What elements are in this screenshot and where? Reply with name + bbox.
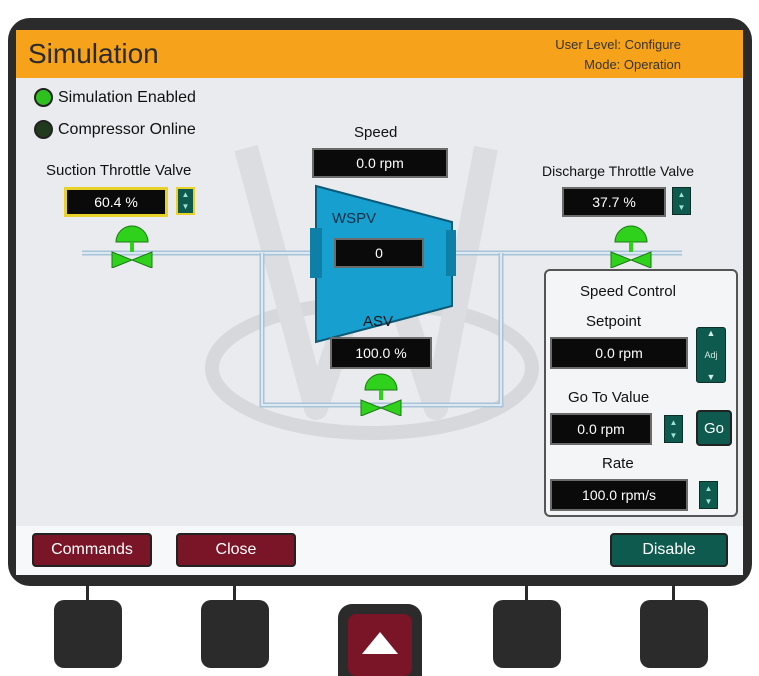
setpoint-adjust-button[interactable]: ▲ Adj ▼ bbox=[696, 327, 726, 383]
speed-control-title: Speed Control bbox=[580, 283, 676, 300]
rate-value[interactable]: 100.0 rpm/s bbox=[550, 479, 688, 511]
asv-label: ASV bbox=[363, 313, 394, 330]
wspv-label: WSPV bbox=[332, 210, 377, 227]
setpoint-value: 0.0 rpm bbox=[550, 337, 688, 369]
indicator-label: Compressor Online bbox=[58, 120, 196, 138]
chevron-down-icon[interactable]: ▼ bbox=[707, 372, 716, 382]
header-bar: Simulation User Level: Configure Mode: O… bbox=[16, 30, 743, 78]
simulation-enabled-indicator: Simulation Enabled bbox=[34, 88, 196, 107]
speed-label: Speed bbox=[354, 124, 398, 141]
user-level-text: User Level: Configure bbox=[555, 37, 681, 52]
indicator-label: Simulation Enabled bbox=[58, 88, 196, 106]
page-title: Simulation bbox=[28, 38, 159, 69]
hmi-screen: Simulation User Level: Configure Mode: O… bbox=[16, 30, 743, 575]
commands-button[interactable]: Commands bbox=[32, 533, 152, 567]
led-icon bbox=[34, 120, 53, 139]
goto-spinner[interactable]: ▲ ▼ bbox=[664, 415, 683, 443]
speed-value: 0.0 rpm bbox=[312, 148, 448, 178]
asv-value[interactable]: 100.0 % bbox=[330, 337, 432, 369]
softkey-1[interactable] bbox=[54, 600, 122, 668]
softkey-4[interactable] bbox=[493, 600, 561, 668]
rate-label: Rate bbox=[602, 455, 634, 472]
wspv-value: 0 bbox=[334, 238, 424, 268]
speed-control-panel: Speed Control Setpoint 0.0 rpm ▲ Adj ▼ G… bbox=[544, 269, 738, 517]
suction-valve-icon[interactable] bbox=[108, 220, 156, 268]
discharge-valve-icon[interactable] bbox=[607, 220, 655, 268]
up-key[interactable] bbox=[348, 614, 412, 676]
center-key-housing bbox=[338, 604, 422, 676]
suction-valve-label: Suction Throttle Valve bbox=[46, 162, 192, 179]
adj-label: Adj bbox=[704, 350, 718, 360]
goto-label: Go To Value bbox=[568, 389, 650, 406]
compressor-online-indicator: Compressor Online bbox=[34, 120, 196, 139]
close-button[interactable]: Close bbox=[176, 533, 296, 567]
mode-text: Mode: Operation bbox=[584, 57, 681, 72]
discharge-valve-spinner[interactable]: ▲ ▼ bbox=[672, 187, 691, 215]
setpoint-label: Setpoint bbox=[586, 313, 642, 330]
arrow-up-icon bbox=[362, 632, 398, 654]
suction-valve-value[interactable]: 60.4 % bbox=[64, 187, 168, 217]
go-button[interactable]: Go bbox=[696, 410, 732, 446]
discharge-valve-value[interactable]: 37.7 % bbox=[562, 187, 666, 217]
asv-valve-icon[interactable] bbox=[357, 368, 405, 416]
rate-spinner[interactable]: ▲ ▼ bbox=[699, 481, 718, 509]
chevron-up-icon[interactable]: ▲ bbox=[707, 328, 716, 338]
discharge-valve-label: Discharge Throttle Valve bbox=[542, 163, 694, 179]
disable-button[interactable]: Disable bbox=[610, 533, 728, 567]
suction-valve-spinner[interactable]: ▲ ▼ bbox=[176, 187, 195, 215]
softkey-5[interactable] bbox=[640, 600, 708, 668]
softkey-2[interactable] bbox=[201, 600, 269, 668]
goto-value[interactable]: 0.0 rpm bbox=[550, 413, 652, 445]
led-icon bbox=[34, 88, 53, 107]
